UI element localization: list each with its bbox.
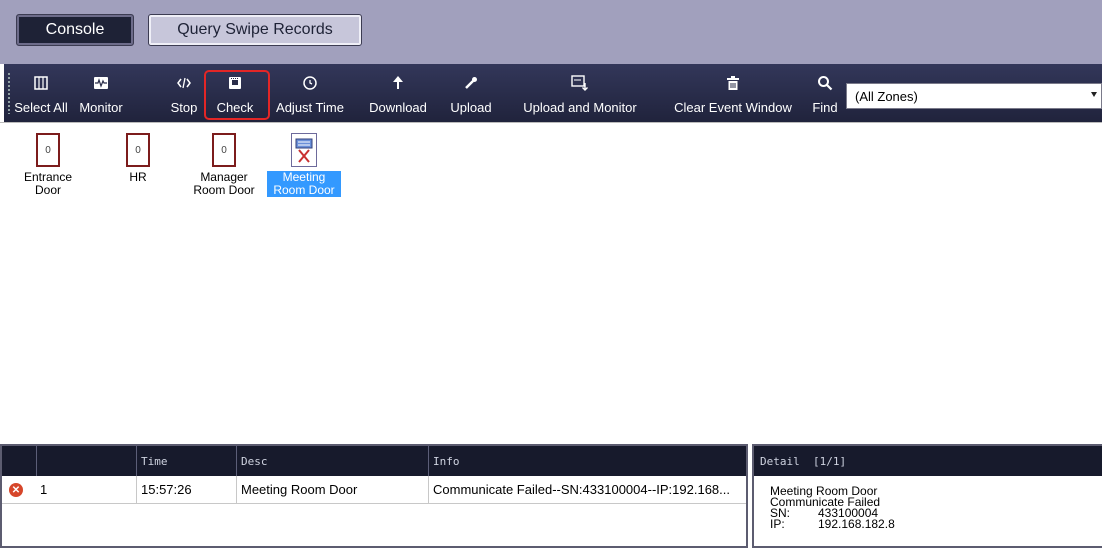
check-icon — [227, 70, 243, 96]
select-all-button[interactable]: Select All — [10, 64, 72, 122]
header-desc[interactable]: Desc — [236, 446, 428, 476]
monitor-icon — [93, 70, 109, 96]
check-label: Check — [216, 100, 254, 115]
upload-and-monitor-button[interactable]: Upload and Monitor — [508, 64, 652, 122]
select-all-label: Select All — [14, 100, 68, 115]
header-info[interactable]: Info — [428, 446, 746, 476]
detail-panel: Detail [1/1] Meeting Room Door Communica… — [752, 444, 1102, 548]
upload-button[interactable]: Upload — [444, 64, 498, 122]
monitor-button[interactable]: Monitor — [72, 64, 130, 122]
door-hr[interactable]: 0 HR — [118, 133, 158, 184]
door-count: 0 — [221, 144, 227, 156]
door-icon: 0 — [126, 133, 150, 167]
row-status: ✕ — [2, 476, 36, 503]
header-time[interactable]: Time — [136, 446, 236, 476]
find-label: Find — [812, 100, 838, 115]
top-tab-bar: Console Query Swipe Records — [0, 0, 1102, 64]
download-button[interactable]: Download — [362, 64, 434, 122]
door-area: 0 Entrance Door 0 HR 0 Manager Room Door… — [0, 122, 1102, 445]
download-label: Download — [369, 100, 427, 115]
upload-label: Upload — [450, 100, 492, 115]
detail-ip-label: IP: — [770, 517, 785, 531]
door-count: 0 — [135, 144, 141, 156]
door-name: HR — [129, 170, 147, 184]
clear-event-window-button[interactable]: Clear Event Window — [660, 64, 806, 122]
clear-event-window-label: Clear Event Window — [674, 100, 792, 115]
door-manager-room-door[interactable]: 0 Manager Room Door — [186, 133, 262, 197]
header-index — [36, 446, 136, 476]
door-icon: 0 — [212, 133, 236, 167]
adjust-time-label: Adjust Time — [276, 100, 344, 115]
upload-monitor-icon — [571, 70, 589, 96]
door-name: Meeting Room Door — [267, 171, 341, 197]
upload-icon — [463, 70, 479, 96]
error-icon: ✕ — [9, 483, 23, 497]
detail-ip-value: 192.168.182.8 — [818, 517, 895, 531]
row-desc: Meeting Room Door — [236, 476, 428, 503]
door-icon: 0 — [36, 133, 60, 167]
chevron-down-icon — [1091, 92, 1097, 97]
table-row[interactable]: ✕ 1 15:57:26 Meeting Room Door Communica… — [2, 476, 746, 504]
zone-select-value: (All Zones) — [855, 88, 918, 104]
check-button[interactable]: Check — [210, 64, 260, 122]
stop-button[interactable]: Stop — [166, 64, 202, 122]
select-all-icon — [33, 70, 49, 96]
zone-select[interactable]: (All Zones) — [846, 83, 1102, 109]
door-name: Manager Room Door — [193, 170, 255, 197]
download-icon — [390, 70, 406, 96]
event-table-header: Time Desc Info — [2, 446, 746, 476]
adjust-time-button[interactable]: Adjust Time — [268, 64, 352, 122]
stop-icon — [176, 70, 192, 96]
row-info: Communicate Failed--SN:433100004--IP:192… — [428, 476, 746, 503]
header-status — [2, 446, 36, 476]
door-offline-icon — [291, 133, 317, 167]
tab-query-swipe-records[interactable]: Query Swipe Records — [148, 14, 362, 46]
door-name: Entrance Door — [23, 170, 73, 197]
find-button[interactable]: Find — [808, 64, 842, 122]
door-meeting-room-door[interactable]: Meeting Room Door — [264, 133, 344, 197]
tab-console[interactable]: Console — [16, 14, 134, 46]
door-count: 0 — [45, 144, 51, 156]
clock-icon — [302, 70, 318, 96]
door-entrance-door[interactable]: 0 Entrance Door — [20, 133, 76, 197]
detail-header: Detail [1/1] — [754, 446, 1102, 476]
row-time: 15:57:26 — [136, 476, 236, 503]
trash-icon — [725, 70, 741, 96]
detail-body: Meeting Room Door Communicate Failed SN:… — [770, 485, 895, 531]
monitor-label: Monitor — [79, 100, 123, 115]
detail-ip-row: IP: 192.168.182.8 — [770, 517, 895, 531]
row-index: 1 — [40, 482, 48, 497]
event-table: Time Desc Info ✕ 1 15:57:26 Meeting Room… — [0, 444, 748, 548]
upload-and-monitor-label: Upload and Monitor — [523, 100, 637, 115]
find-icon — [817, 70, 833, 96]
stop-label: Stop — [170, 100, 198, 115]
